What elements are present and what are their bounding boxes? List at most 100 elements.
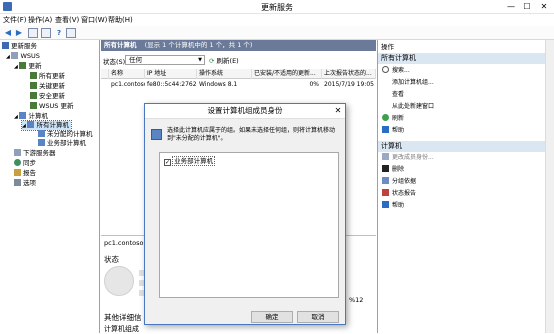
action-add-group[interactable]: 添加计算机组...: [382, 78, 434, 88]
maximize-button[interactable]: ☐: [521, 1, 533, 12]
column-name[interactable]: 名称: [109, 69, 145, 79]
actions-pane: 操作 所有计算机 搜索... 添加计算机组... 查看 从此处新建窗口 刷新 帮…: [377, 40, 554, 333]
computer-group-icon: [38, 130, 45, 137]
sync-icon: [14, 159, 21, 166]
blank-icon: [382, 102, 389, 109]
menu-file[interactable]: 文件(F): [3, 14, 27, 26]
action-new-window[interactable]: 从此处新建窗口: [382, 102, 434, 112]
menu-window[interactable]: 窗口(W): [81, 14, 107, 26]
center-title: 所有计算机: [104, 41, 137, 49]
dialog-body: 选择此计算机应属于的组。如果未选择任何组，则将计算机移动到"未分配的计算机"。 …: [145, 118, 345, 324]
status-label: 状态(S):: [103, 58, 128, 66]
table-row[interactable]: pc1.contoso.... fe80::5c44:2762... Windo…: [101, 80, 376, 90]
dialog-title: 设置计算机组成员身份: [145, 104, 345, 118]
action-search[interactable]: 搜索...: [382, 66, 410, 76]
minimize-button[interactable]: —: [505, 1, 517, 12]
action-help[interactable]: 帮助: [382, 126, 404, 136]
title-bar: 更新服务 — ☐ ✕: [0, 0, 554, 14]
toolbar: ◀ ▶ ?: [0, 26, 554, 40]
action-status-report[interactable]: 状态报告: [382, 189, 416, 199]
update-services-icon: [2, 42, 9, 49]
detail-status-heading: 状态: [104, 255, 119, 264]
tree-item-business[interactable]: 业务部计算机: [38, 139, 86, 148]
blank-icon: [382, 78, 389, 85]
menu-view[interactable]: 查看(V): [55, 14, 79, 26]
actions-section-all-computers[interactable]: 所有计算机: [378, 53, 546, 64]
delete-icon: [382, 165, 389, 172]
menu-help[interactable]: 帮助(H): [108, 14, 133, 26]
column-ip[interactable]: IP 地址: [145, 69, 197, 79]
tree-item-all-computers[interactable]: ◢ 所有计算机: [21, 120, 72, 131]
cancel-button[interactable]: 取消: [297, 311, 339, 323]
tree-item-security[interactable]: 安全更新: [30, 92, 65, 101]
column-last-report[interactable]: 上次报告状态的...: [322, 69, 376, 79]
tree-item-updates[interactable]: ◢ 更新: [14, 62, 41, 71]
detail-percent: %12: [349, 296, 364, 304]
tree-item-unassigned[interactable]: 未分配的计算机: [38, 130, 93, 139]
updates-folder-icon: [19, 62, 27, 69]
cell-os: Windows 8.1: [199, 81, 238, 88]
server-icon: [11, 52, 19, 59]
tree-item-computers[interactable]: ◢ 计算机: [14, 112, 48, 121]
forward-arrow-icon[interactable]: ▶: [14, 28, 24, 38]
group-list[interactable]: ✓ 业务部计算机: [159, 152, 339, 298]
computers-icon: [151, 129, 162, 140]
actions-scrollbar[interactable]: [545, 40, 554, 333]
computer-group-icon: [27, 121, 35, 128]
help-icon[interactable]: ?: [54, 28, 64, 38]
tree-item-root[interactable]: 更新服务: [2, 42, 37, 51]
update-icon: [30, 102, 37, 109]
options-icon: [14, 179, 21, 186]
menu-action[interactable]: 操作(A): [28, 14, 52, 26]
reports-icon: [14, 169, 21, 176]
column-installed[interactable]: 已安装/不适用的更新...: [252, 69, 322, 79]
tree-pane: 更新服务 ◢ WSUS ◢ 更新 所有更新 关键更新 安全更新 WSUS 更新 …: [0, 40, 100, 333]
tree-item-sync[interactable]: 同步: [14, 159, 36, 168]
status-select[interactable]: 任何 ▼: [125, 55, 205, 65]
action-refresh[interactable]: 刷新: [382, 114, 404, 124]
properties-icon[interactable]: [41, 28, 51, 38]
help-icon: [382, 201, 389, 208]
column-os[interactable]: 操作系统: [197, 69, 252, 79]
downstream-server-icon: [14, 149, 21, 156]
refresh-button[interactable]: ⟳ 刷新(E): [209, 55, 239, 65]
action-change-membership[interactable]: 更改成员身份...: [382, 153, 434, 163]
ok-button[interactable]: 确定: [251, 311, 293, 323]
refresh-icon: ⟳: [209, 57, 215, 65]
grid-header: 名称 IP 地址 操作系统 已安装/不适用的更新... 上次报告状态的...: [101, 69, 376, 79]
search-icon: [382, 66, 389, 73]
action-help-2[interactable]: 帮助: [382, 201, 404, 211]
back-arrow-icon[interactable]: ◀: [3, 28, 13, 38]
action-delete[interactable]: 删除: [382, 165, 404, 175]
set-membership-dialog: 设置计算机组成员身份 ✕ 选择此计算机应属于的组。如果未选择任何组，则将计算机移…: [144, 103, 346, 325]
tree-item-server[interactable]: ◢ WSUS: [6, 52, 40, 61]
dialog-close-button[interactable]: ✕: [331, 105, 345, 117]
tree-item-options[interactable]: 选项: [14, 179, 36, 188]
update-icon: [30, 82, 37, 89]
report-icon: [382, 189, 389, 196]
dialog-message: 选择此计算机应属于的组。如果未选择任何组，则将计算机移动到"未分配的计算机"。: [167, 127, 336, 142]
center-count: (显示 1 个计算机中的 1 个，共 1 个): [144, 41, 253, 49]
pane-icon[interactable]: [66, 28, 76, 38]
blank-icon: [382, 90, 389, 97]
action-group-by[interactable]: 分组依据: [382, 177, 416, 187]
group-list-item[interactable]: ✓ 业务部计算机: [164, 156, 216, 166]
action-view[interactable]: 查看: [382, 90, 404, 100]
filter-bar: 状态(S): 任何 ▼ ⟳ 刷新(E): [101, 51, 376, 69]
tree-item-critical[interactable]: 关键更新: [30, 82, 65, 91]
window-title: 更新服务: [261, 3, 293, 12]
tree-item-all-updates[interactable]: 所有更新: [30, 72, 65, 81]
tree-item-downstream[interactable]: 下游服务器: [14, 149, 56, 158]
update-icon: [30, 92, 37, 99]
actions-section-computer[interactable]: 计算机: [378, 141, 546, 152]
show-tree-icon[interactable]: [28, 28, 38, 38]
refresh-icon: [382, 114, 389, 121]
checkbox-checked[interactable]: ✓: [164, 159, 171, 166]
cell-ip: fe80::5c44:2762...: [147, 81, 197, 88]
actions-header: 操作: [381, 43, 394, 51]
close-button[interactable]: ✕: [538, 1, 550, 12]
help-icon: [382, 126, 389, 133]
membership-icon: [382, 153, 389, 160]
tree-item-wsus-updates[interactable]: WSUS 更新: [30, 102, 74, 111]
tree-item-reports[interactable]: 报告: [14, 169, 36, 178]
